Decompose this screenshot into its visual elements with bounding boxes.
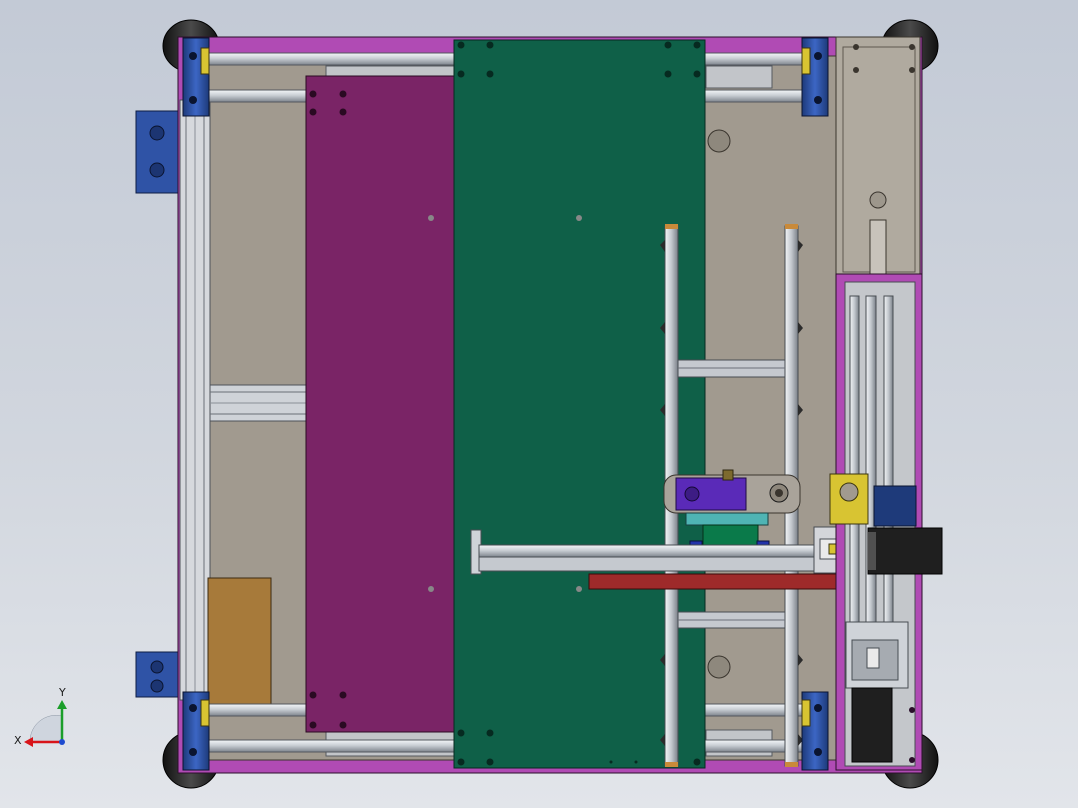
stepper-motor-horizontal <box>867 527 943 575</box>
triad-z-axis <box>59 739 65 745</box>
panel-hole-lower <box>707 655 731 679</box>
coordinate-triad: Y X <box>8 684 78 754</box>
triad-base-shape <box>29 715 63 743</box>
tan-block <box>207 577 272 707</box>
side-mount-upper <box>135 110 181 194</box>
triad-x-label: X <box>14 734 22 747</box>
cad-assembly-drawing <box>135 19 943 789</box>
cad-viewport[interactable]: Y X <box>0 0 1078 808</box>
stepper-motor-vertical <box>851 687 893 763</box>
panel-hole-upper <box>707 129 731 153</box>
side-mount-blocks <box>135 110 181 698</box>
triad-y-label: Y <box>59 686 66 699</box>
magenta-plate <box>305 75 455 733</box>
vertical-axis-module <box>829 273 943 771</box>
